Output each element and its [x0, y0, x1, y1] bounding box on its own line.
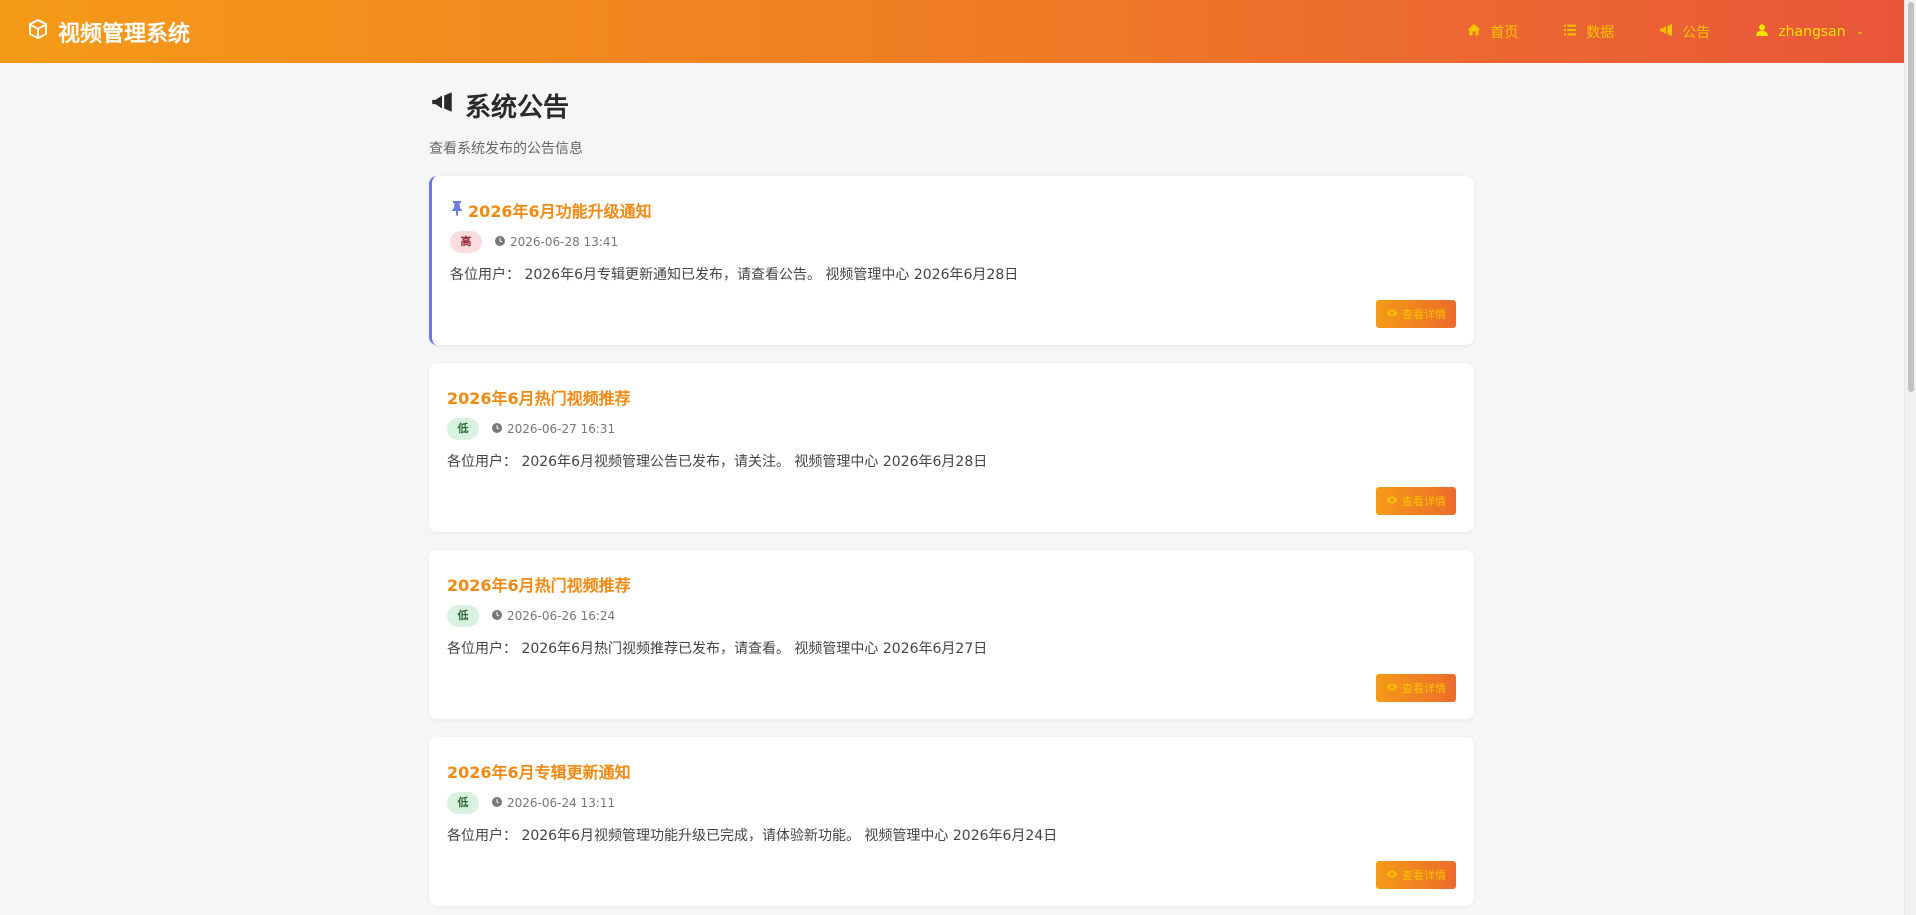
nav-home[interactable]: 首页: [1466, 22, 1518, 42]
nav-notice[interactable]: 公告: [1658, 22, 1710, 42]
megaphone-icon: [1658, 22, 1674, 42]
announcement-time: 2026-06-28 13:41: [494, 235, 618, 250]
announcement-time: 2026-06-24 13:11: [491, 796, 615, 811]
time-text: 2026-06-28 13:41: [510, 235, 619, 249]
announcement-card: 2026年6月功能升级通知 高 2026-06-28 13:41 各位用户： 2…: [429, 176, 1474, 345]
scrollbar-thumb[interactable]: [1908, 2, 1914, 392]
announcement-title-text: 2026年6月热门视频推荐: [447, 389, 631, 408]
announcement-body: 各位用户： 2026年6月专辑更新通知已发布，请查看公告。 视频管理中心 202…: [450, 267, 1019, 283]
priority-badge: 高: [450, 231, 482, 253]
announcement-title[interactable]: 2026年6月热门视频推荐: [447, 385, 631, 409]
announcement-card: 2026年6月热门视频推荐 低 2026-06-27 16:31 各位用户： 2…: [429, 363, 1474, 532]
nav-data-label: 数据: [1586, 24, 1615, 41]
nav-home-label: 首页: [1490, 24, 1519, 41]
user-icon: [1754, 22, 1770, 42]
announcement-card: 2026年6月专辑更新通知 低 2026-06-24 13:11 各位用户： 2…: [429, 737, 1474, 906]
view-detail-button[interactable]: 查看详情: [1376, 861, 1456, 889]
home-icon: [1466, 22, 1482, 42]
user-menu[interactable]: zhangsan ⌄: [1754, 22, 1864, 42]
clock-icon: [491, 609, 503, 624]
nav-notice-label: 公告: [1682, 24, 1711, 41]
brand[interactable]: 视频管理系统: [26, 16, 190, 48]
priority-badge: 低: [447, 418, 479, 440]
megaphone-icon: [429, 89, 455, 122]
announcement-body: 各位用户： 2026年6月热门视频推荐已发布，请查看。 视频管理中心 2026年…: [447, 641, 988, 657]
time-text: 2026-06-26 16:24: [507, 609, 616, 623]
pin-icon: [450, 200, 464, 220]
clock-icon: [491, 422, 503, 437]
main-content: 系统公告 查看系统发布的公告信息: [429, 63, 1474, 158]
priority-badge: 低: [447, 792, 479, 814]
announcement-title[interactable]: 2026年6月热门视频推荐: [447, 572, 631, 596]
priority-badge: 低: [447, 605, 479, 627]
page-title-text: 系统公告: [465, 93, 570, 123]
announcement-title-text: 2026年6月热门视频推荐: [447, 576, 631, 595]
nav-menu: 首页 数据 公告 zhangsan ⌄: [1466, 0, 1864, 63]
announcement-meta: 低 2026-06-27 16:31: [447, 418, 615, 440]
announcement-body: 各位用户： 2026年6月视频管理公告已发布，请关注。 视频管理中心 2026年…: [447, 454, 988, 470]
view-detail-label: 查看详情: [1402, 496, 1446, 508]
announcement-meta: 高 2026-06-28 13:41: [450, 231, 618, 253]
view-detail-button[interactable]: 查看详情: [1376, 487, 1456, 515]
announcement-meta: 低 2026-06-24 13:11: [447, 792, 615, 814]
time-text: 2026-06-24 13:11: [507, 796, 616, 810]
announcement-card: 2026年6月热门视频推荐 低 2026-06-26 16:24 各位用户： 2…: [429, 550, 1474, 719]
eye-icon: [1386, 868, 1398, 883]
eye-icon: [1386, 681, 1398, 696]
announcement-title-text: 2026年6月专辑更新通知: [447, 763, 631, 782]
page-subtitle: 查看系统发布的公告信息: [429, 141, 583, 157]
announcement-title[interactable]: 2026年6月专辑更新通知: [447, 759, 631, 783]
view-detail-button[interactable]: 查看详情: [1376, 300, 1456, 328]
announcement-body: 各位用户： 2026年6月视频管理功能升级已完成，请体验新功能。 视频管理中心 …: [447, 828, 1058, 844]
page-scrollbar[interactable]: [1904, 0, 1916, 915]
cube-icon: [26, 17, 50, 47]
eye-icon: [1386, 307, 1398, 322]
view-detail-button[interactable]: 查看详情: [1376, 674, 1456, 702]
nav-data[interactable]: 数据: [1562, 22, 1614, 42]
page-title: 系统公告: [429, 87, 1474, 124]
announcement-time: 2026-06-26 16:24: [491, 609, 615, 624]
view-detail-label: 查看详情: [1402, 683, 1446, 695]
chevron-down-icon: ⌄: [1855, 26, 1864, 37]
time-text: 2026-06-27 16:31: [507, 422, 616, 436]
clock-icon: [491, 796, 503, 811]
user-name: zhangsan: [1778, 23, 1846, 40]
view-detail-label: 查看详情: [1402, 309, 1446, 321]
top-navbar: 视频管理系统 首页 数据 公告 zhangsan ⌄: [0, 0, 1904, 63]
view-detail-label: 查看详情: [1402, 870, 1446, 882]
clock-icon: [494, 235, 506, 250]
eye-icon: [1386, 494, 1398, 509]
announcement-meta: 低 2026-06-26 16:24: [447, 605, 615, 627]
announcement-time: 2026-06-27 16:31: [491, 422, 615, 437]
announcement-title-text: 2026年6月功能升级通知: [468, 202, 652, 221]
list-icon: [1562, 22, 1578, 42]
brand-title: 视频管理系统: [58, 22, 191, 47]
announcement-title[interactable]: 2026年6月功能升级通知: [450, 198, 652, 222]
